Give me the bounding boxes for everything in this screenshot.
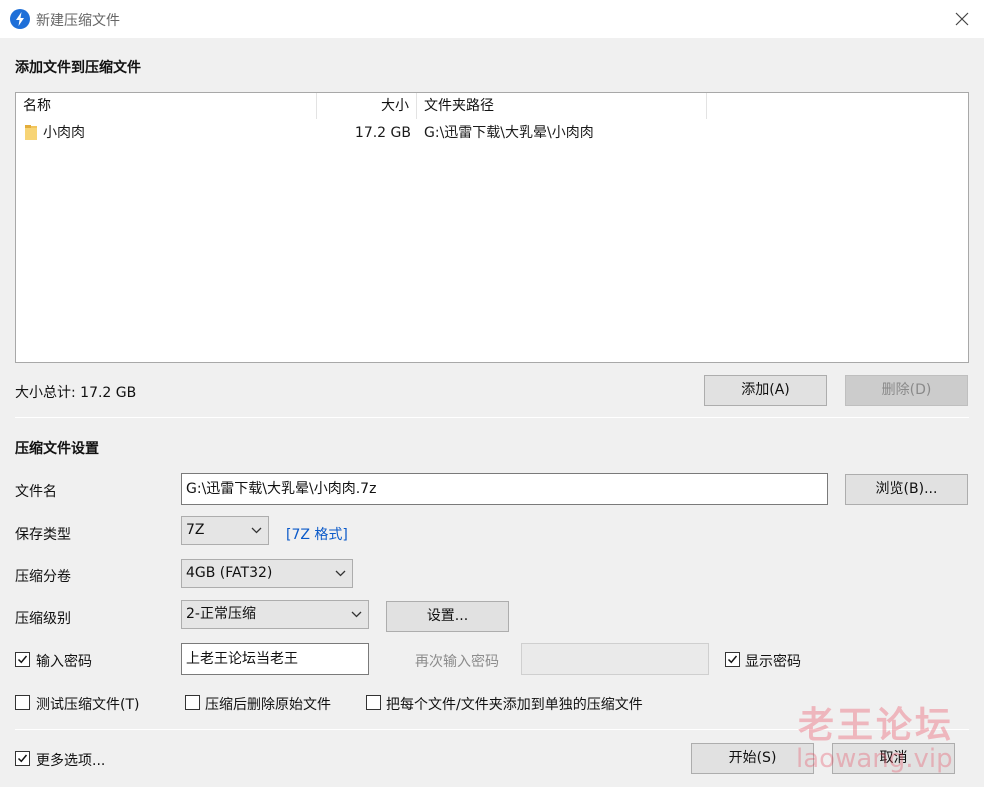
column-header-path[interactable]: 文件夹路径 — [417, 93, 707, 119]
divider-top — [15, 417, 969, 418]
watermark-url: laowang.vip — [796, 744, 953, 774]
test-archive-label: 测试压缩文件(T) — [36, 697, 140, 713]
level-select[interactable]: 2-正常压缩 — [181, 600, 369, 629]
file-name-cell: 小肉肉 — [43, 125, 85, 141]
separate-archives-checkbox[interactable] — [366, 695, 381, 710]
level-value: 2-正常压缩 — [186, 606, 256, 622]
title-bar: 新建压缩文件 — [0, 0, 984, 38]
save-type-value: 7Z — [186, 522, 205, 538]
checkmark-icon — [727, 655, 738, 664]
password-input[interactable]: 上老王论坛当老王 — [181, 643, 369, 675]
add-button[interactable]: 添加(A) — [704, 375, 827, 406]
save-type-select[interactable]: 7Z — [181, 516, 269, 545]
file-list[interactable]: 名称 大小 文件夹路径 小肉肉 17.2 GB G:\迅雷下载\大乳晕\小肉肉 — [15, 92, 969, 363]
split-label: 压缩分卷 — [15, 569, 71, 585]
settings-section-title: 压缩文件设置 — [15, 441, 99, 457]
password-checkbox-label: 输入密码 — [36, 654, 92, 670]
chevron-down-icon — [351, 611, 362, 617]
filename-label: 文件名 — [15, 484, 57, 500]
checkmark-icon — [17, 655, 28, 664]
bolt-icon — [10, 9, 30, 29]
delete-after-label: 压缩后删除原始文件 — [205, 697, 331, 713]
browse-button[interactable]: 浏览(B)... — [845, 474, 968, 505]
settings-button[interactable]: 设置... — [386, 601, 509, 632]
window-title: 新建压缩文件 — [36, 13, 120, 29]
show-password-label: 显示密码 — [745, 654, 801, 670]
reenter-password-label: 再次输入密码 — [415, 654, 499, 670]
split-value: 4GB (FAT32) — [186, 565, 273, 581]
files-section-title: 添加文件到压缩文件 — [15, 60, 141, 76]
file-path-cell: G:\迅雷下载\大乳晕\小肉肉 — [424, 125, 594, 141]
watermark-text: 老王论坛 — [798, 705, 955, 746]
more-options-label: 更多选项... — [36, 753, 106, 769]
close-button[interactable] — [946, 4, 978, 34]
filename-input[interactable]: G:\迅雷下载\大乳晕\小肉肉.7z — [181, 473, 828, 505]
checkmark-icon — [17, 754, 28, 763]
chevron-down-icon — [251, 527, 262, 533]
chevron-down-icon — [335, 570, 346, 576]
file-list-header: 名称 大小 文件夹路径 — [16, 93, 968, 121]
reenter-password-input[interactable] — [521, 643, 709, 675]
split-select[interactable]: 4GB (FAT32) — [181, 559, 353, 588]
file-row[interactable]: 小肉肉 17.2 GB G:\迅雷下载\大乳晕\小肉肉 — [16, 121, 968, 145]
close-icon — [955, 12, 969, 26]
test-archive-checkbox[interactable] — [15, 695, 30, 710]
folder-icon — [25, 125, 37, 140]
column-header-name[interactable]: 名称 — [16, 93, 317, 119]
separate-archives-label: 把每个文件/文件夹添加到单独的压缩文件 — [386, 697, 643, 713]
file-size-cell: 17.2 GB — [354, 125, 411, 141]
password-checkbox[interactable] — [15, 652, 30, 667]
total-size-label: 大小总计: 17.2 GB — [15, 385, 137, 401]
column-header-size[interactable]: 大小 — [317, 93, 417, 119]
level-label: 压缩级别 — [15, 611, 71, 627]
delete-button[interactable]: 删除(D) — [845, 375, 968, 406]
delete-after-checkbox[interactable] — [185, 695, 200, 710]
save-type-label: 保存类型 — [15, 527, 71, 543]
show-password-checkbox[interactable] — [725, 652, 740, 667]
more-options-checkbox[interactable] — [15, 751, 30, 766]
format-link[interactable]: [7Z 格式] — [286, 524, 348, 544]
